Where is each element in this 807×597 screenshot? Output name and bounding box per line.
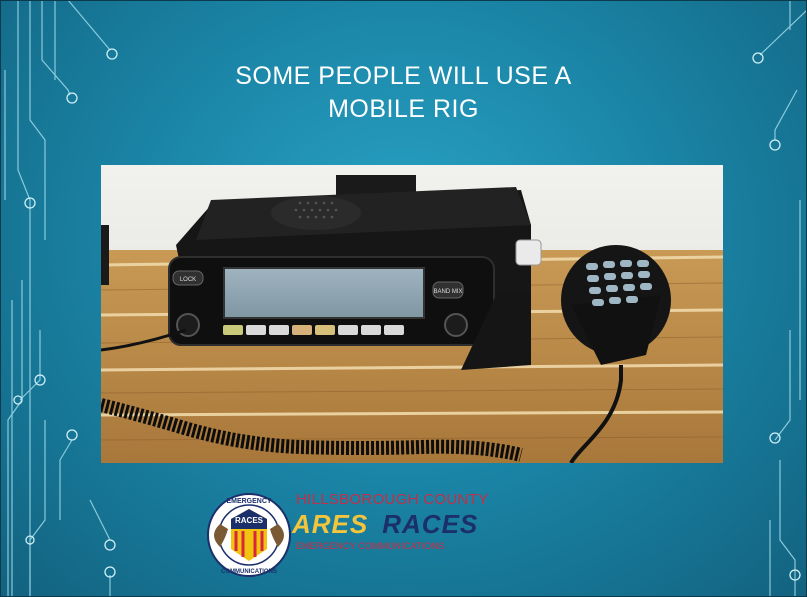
mobile-rig-photo: LOCK BAND MIX — [101, 165, 723, 463]
county-line: HILLSBOROUGH COUNTY — [296, 491, 489, 508]
seal-bottom-text: COMMUNICATIONS — [221, 569, 277, 575]
lock-button-label: LOCK — [180, 277, 196, 283]
slide: SOME PEOPLE WILL USE A MOBILE RIG LOCK B… — [0, 0, 807, 597]
ares-races-logo: EMERGENCY RACES COMMUNICATIONS HILLSBORO… — [206, 479, 566, 594]
band-button-label: BAND MIX — [433, 289, 462, 295]
races-text: RACES — [382, 509, 479, 539]
slide-title: SOME PEOPLE WILL USE A MOBILE RIG — [150, 60, 657, 126]
slide-title-line2: MOBILE RIG — [328, 95, 479, 123]
races-seal-icon: EMERGENCY RACES COMMUNICATIONS — [207, 493, 291, 577]
seal-mid-text: RACES — [235, 516, 264, 525]
org-name: ARES RACES — [292, 509, 478, 540]
emergency-communications-line: EMERGENCY COMMUNICATIONS — [296, 541, 445, 551]
seal-top-text: EMERGENCY — [226, 498, 271, 505]
mobile-rig-illustration: LOCK BAND MIX — [101, 165, 723, 463]
ares-text: ARES — [292, 509, 369, 539]
slide-title-line1: SOME PEOPLE WILL USE A — [235, 62, 572, 90]
